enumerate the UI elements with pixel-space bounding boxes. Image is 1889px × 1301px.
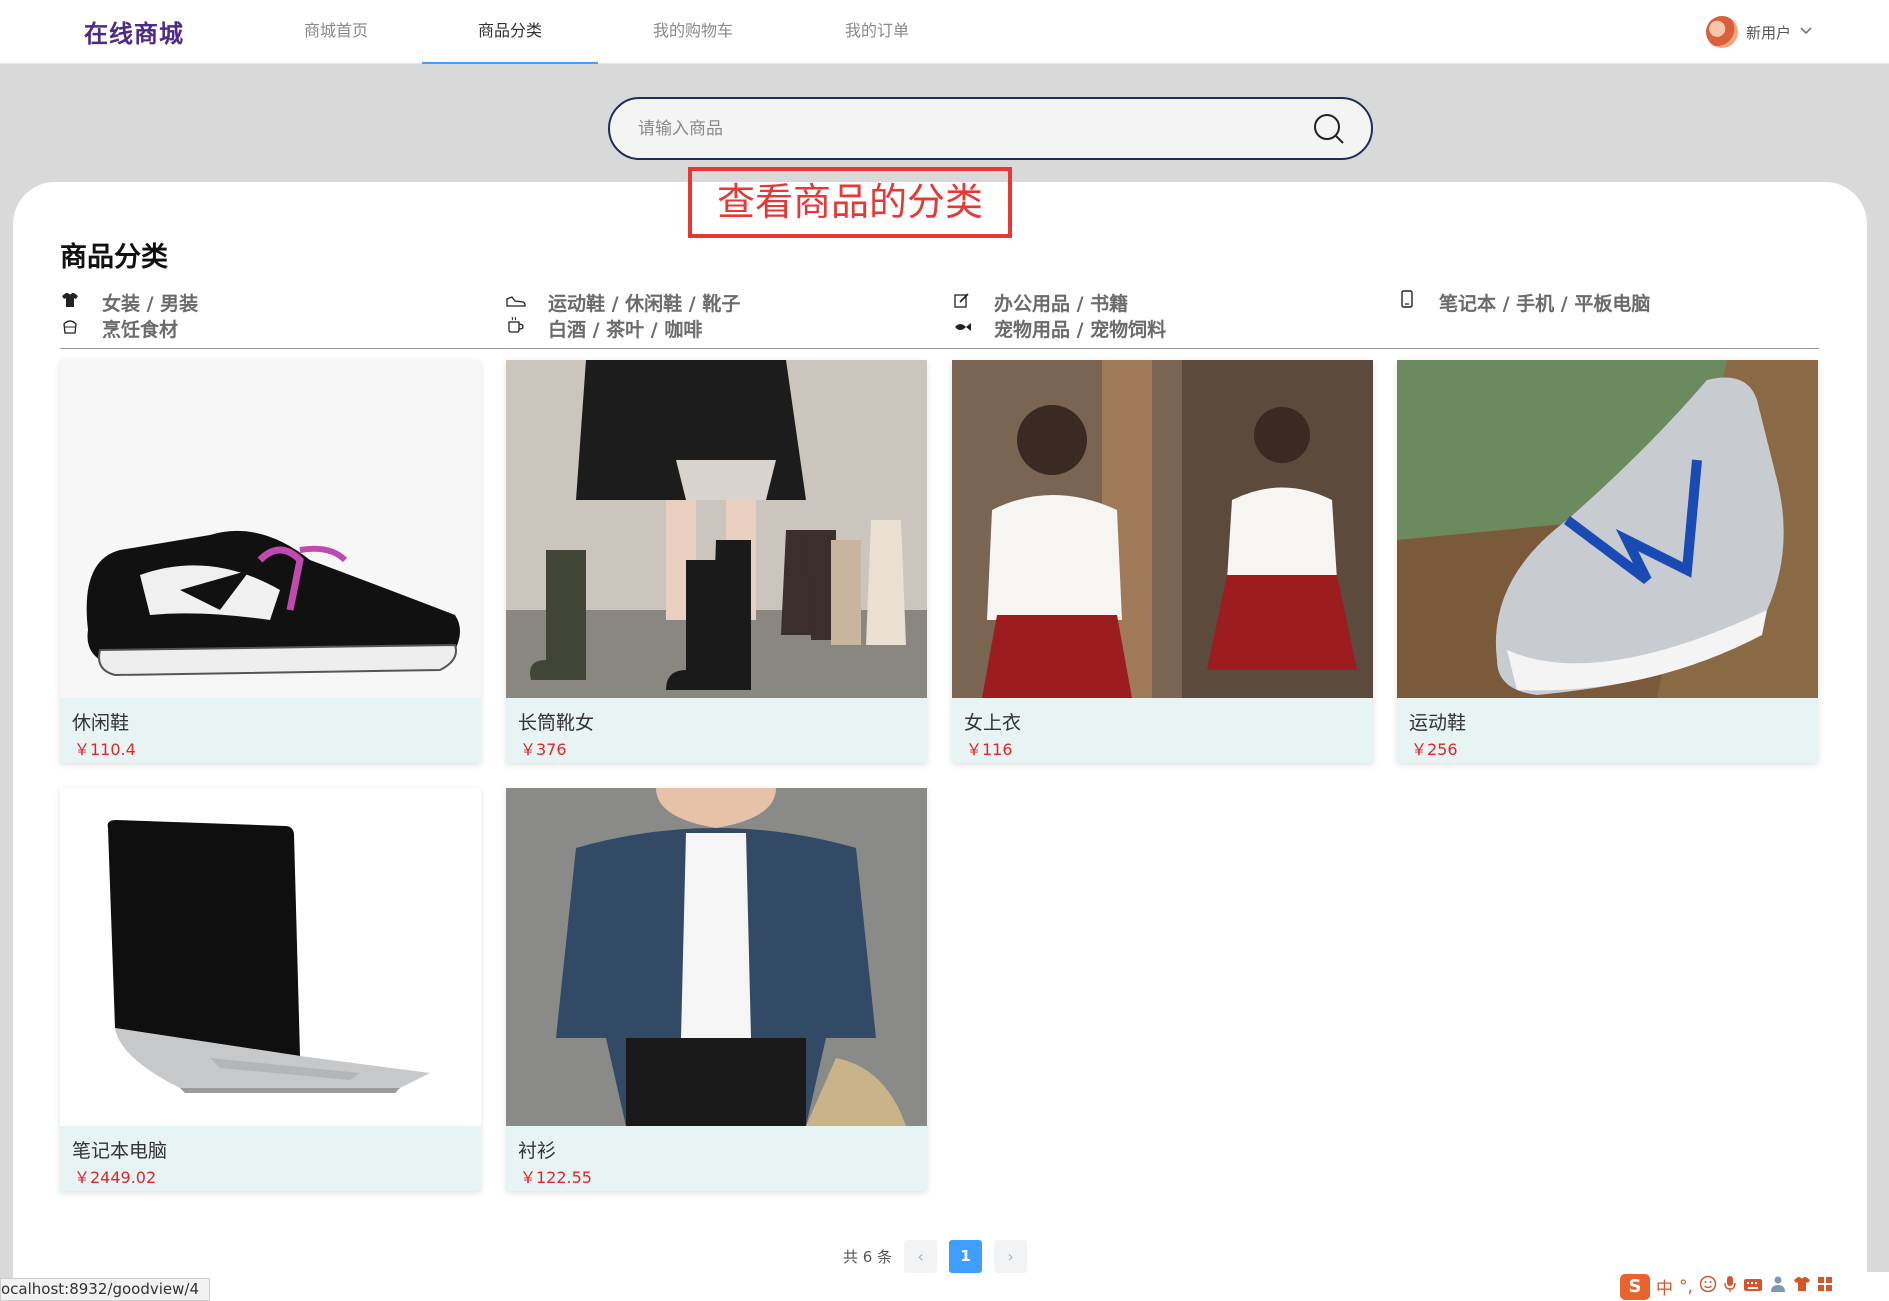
product-price: ￥2449.02 [74, 1168, 157, 1187]
site-logo[interactable]: 在线商城 [84, 14, 184, 49]
person-icon[interactable] [1769, 1275, 1787, 1298]
product-card[interactable]: 衬衫 ￥122.55 [506, 788, 927, 1191]
avatar [1705, 16, 1738, 48]
section-title: 商品分类 [60, 242, 168, 273]
edit-icon [952, 292, 972, 312]
product-image [60, 788, 481, 1126]
category-item[interactable]: 宠物用品 / 宠物饲料 [952, 315, 1166, 342]
status-url: ocalhost:8932/goodview/4 [0, 1278, 210, 1301]
search-icon[interactable] [1313, 113, 1345, 145]
nav-home[interactable]: 商城首页 [248, 0, 424, 64]
keyboard-icon[interactable] [1743, 1277, 1763, 1297]
product-name: 休闲鞋 [72, 712, 130, 734]
product-name: 长筒靴女 [518, 712, 595, 734]
nav-cart[interactable]: 我的购物车 [605, 0, 781, 64]
product-card[interactable]: 女上衣 ￥116 [952, 360, 1373, 763]
pagination: 共 6 条 ‹ 1 › [843, 1239, 1028, 1273]
category-item[interactable]: 白酒 / 茶叶 / 咖啡 [506, 315, 702, 342]
product-image [506, 788, 927, 1126]
fish-icon [952, 320, 972, 338]
product-price: ￥122.55 [520, 1168, 592, 1187]
prev-page-button[interactable]: ‹ [904, 1239, 938, 1273]
product-name: 运动鞋 [1409, 712, 1467, 734]
next-page-button[interactable]: › [994, 1239, 1028, 1273]
ime-lang[interactable]: 中 [1656, 1274, 1673, 1299]
product-price: ￥376 [520, 740, 567, 759]
search-box [608, 97, 1373, 160]
cup-icon [506, 316, 526, 338]
user-name: 新用户 [1745, 23, 1791, 42]
product-image [1397, 360, 1818, 698]
search-input[interactable] [638, 99, 1298, 158]
category-item[interactable]: 女装 / 男装 [60, 289, 198, 316]
shirt-skin-icon[interactable] [1793, 1276, 1811, 1297]
ime-toolbar: S 中 °, [1616, 1272, 1889, 1301]
product-card[interactable]: 休闲鞋 ￥110.4 [60, 360, 481, 763]
smile-icon[interactable] [1699, 1275, 1717, 1298]
top-header: 在线商城 商城首页 商品分类 我的购物车 我的订单 新用户 [0, 0, 1889, 64]
category-item[interactable]: 笔记本 / 手机 / 平板电脑 [1397, 289, 1650, 316]
nav-categories[interactable]: 商品分类 [422, 0, 598, 64]
category-divider [60, 348, 1819, 349]
product-price: ￥256 [1411, 740, 1458, 759]
mic-icon[interactable] [1723, 1275, 1737, 1298]
total-count: 共 6 条 [843, 1247, 893, 1266]
phone-icon [1397, 290, 1417, 312]
product-name: 女上衣 [964, 712, 1022, 734]
grid-menu-icon[interactable] [1817, 1276, 1833, 1297]
product-image [506, 360, 927, 698]
category-item[interactable]: 烹饪食材 [60, 315, 178, 342]
product-name: 笔记本电脑 [72, 1140, 168, 1162]
sneaker-icon [506, 294, 526, 312]
category-item[interactable]: 运动鞋 / 休闲鞋 / 靴子 [506, 289, 740, 316]
product-price: ￥110.4 [74, 740, 136, 759]
category-item[interactable]: 办公用品 / 书籍 [952, 289, 1128, 316]
nav-orders[interactable]: 我的订单 [789, 0, 965, 64]
product-card[interactable]: 长筒靴女 ￥376 [506, 360, 927, 763]
product-name: 衬衫 [518, 1140, 557, 1162]
shirt-icon [60, 292, 80, 312]
ime-logo[interactable]: S [1620, 1273, 1650, 1300]
page-number-button[interactable]: 1 [949, 1239, 983, 1273]
product-image [952, 360, 1373, 698]
product-price: ￥116 [966, 740, 1013, 759]
chevron-down-icon [1799, 24, 1813, 40]
product-card[interactable]: 笔记本电脑 ￥2449.02 [60, 788, 481, 1191]
product-image [60, 360, 481, 698]
user-menu[interactable]: 新用户 [1705, 16, 1813, 48]
product-card[interactable]: 运动鞋 ￥256 [1397, 360, 1818, 763]
annotation-label: 查看商品的分类 [688, 167, 1012, 238]
food-basket-icon [60, 318, 80, 338]
ime-punct[interactable]: °, [1679, 1277, 1693, 1297]
